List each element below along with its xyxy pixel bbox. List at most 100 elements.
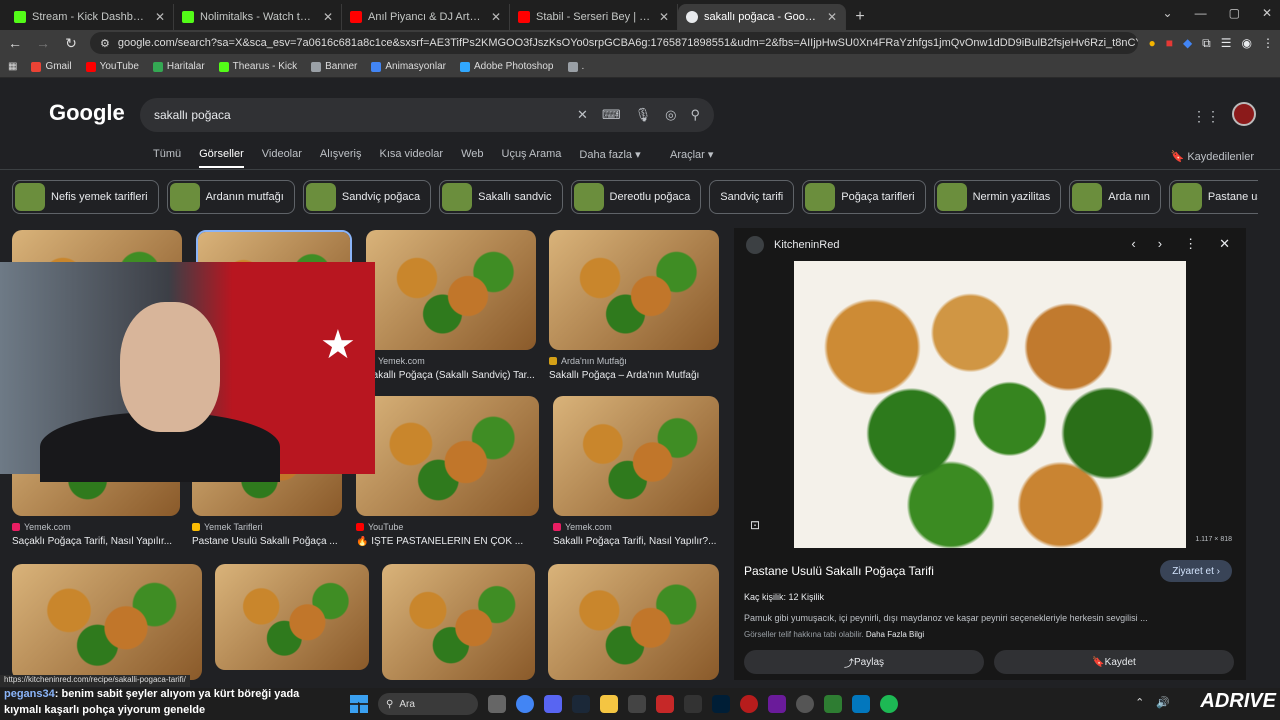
tab-flights[interactable]: Uçuş Arama	[502, 148, 562, 168]
browser-tab[interactable]: Stream - Kick Dashboard ✕	[6, 4, 174, 30]
suggestion-chip[interactable]: Ardanın mutfağı	[166, 180, 295, 214]
visit-button[interactable]: Ziyaret et ›	[1160, 560, 1232, 582]
chrome-icon[interactable]	[516, 695, 534, 713]
tab-images[interactable]: Görseller	[199, 148, 244, 168]
extensions-puzzle-icon[interactable]: ⧉	[1202, 36, 1211, 51]
browser-tab[interactable]: Anıl Piyancı & DJ Artz - Bugün ✕	[342, 4, 510, 30]
clear-icon[interactable]: ✕	[577, 107, 588, 123]
bookmark-folder[interactable]: .	[567, 61, 584, 72]
image-result[interactable]: YouTube 🔥 İŞTE PASTANELERİN EN ÇOK ...	[356, 396, 539, 547]
image-result[interactable]	[215, 564, 369, 670]
discord-icon[interactable]	[544, 695, 562, 713]
tab-shopping[interactable]: Alışveriş	[320, 148, 362, 168]
image-result[interactable]	[382, 564, 535, 680]
avatar[interactable]	[1232, 102, 1256, 126]
result-image[interactable]	[548, 564, 719, 680]
apps-icon[interactable]: ▦	[8, 61, 17, 72]
image-result[interactable]: Arda'nın Mutfağı Sakallı Poğaça – Arda'n…	[549, 230, 719, 381]
new-tab-button[interactable]: +	[846, 4, 874, 30]
spotify-icon[interactable]	[880, 695, 898, 713]
bookmark-photoshop[interactable]: Adobe Photoshop	[459, 61, 554, 72]
close-icon[interactable]: ✕	[155, 10, 165, 24]
panel-site-name[interactable]: KitcheninRed	[774, 239, 839, 251]
bookmark-animations[interactable]: Animasyonlar	[371, 61, 446, 72]
xbox-icon[interactable]	[628, 695, 646, 713]
more-icon[interactable]: ⋮	[1184, 236, 1197, 252]
app-icon[interactable]	[796, 695, 814, 713]
suggestion-chip[interactable]: Nefis yemek tarifleri	[12, 180, 159, 214]
volume-icon[interactable]: 🔊	[1156, 696, 1170, 709]
photoshop-icon[interactable]	[712, 695, 730, 713]
browser-tab-active[interactable]: sakallı poğaca - Google'da Ara ✕	[678, 4, 846, 30]
extension-icon[interactable]: ◆	[1183, 36, 1192, 51]
suggestion-chip[interactable]: Poğaça tarifleri	[802, 180, 926, 214]
app-icon[interactable]	[656, 695, 674, 713]
image-result[interactable]	[12, 564, 202, 680]
suggestion-chip[interactable]: Nermin yazilitas	[933, 180, 1062, 214]
result-caption[interactable]: Sakallı Poğaça (Sakallı Sandviç) Tar...	[366, 370, 536, 381]
forward-button[interactable]: →	[34, 35, 52, 51]
suggestion-chip[interactable]: Arda nın	[1069, 180, 1161, 214]
browser-tab[interactable]: Nolimitalks - Watch the VOD o ✕	[174, 4, 342, 30]
tools-button[interactable]: Araçlar ▾	[670, 148, 713, 161]
result-caption[interactable]: Pastane Usulü Sakallı Poğaça ...	[192, 536, 342, 547]
extension-icon[interactable]: ●	[1148, 36, 1155, 51]
panel-title[interactable]: Pastane Usulü Sakallı Poğaça Tarifi	[744, 564, 934, 578]
reload-button[interactable]: ↻	[62, 35, 80, 52]
close-icon[interactable]: ✕	[1219, 236, 1230, 252]
image-result[interactable]	[548, 564, 719, 680]
task-view-icon[interactable]	[488, 695, 506, 713]
site-info-icon[interactable]: ⚙	[100, 37, 110, 50]
back-button[interactable]: ←	[6, 35, 24, 51]
result-caption[interactable]: 🔥 İŞTE PASTANELERİN EN ÇOK ...	[356, 536, 539, 547]
tab-search-icon[interactable]: ⌄	[1163, 6, 1173, 20]
close-icon[interactable]: ✕	[323, 10, 333, 24]
bookmark-gmail[interactable]: Gmail	[31, 61, 72, 72]
suggestion-chip[interactable]: Dereotlu poğaca	[570, 180, 702, 214]
result-image[interactable]	[356, 396, 539, 516]
result-image[interactable]	[12, 564, 202, 680]
learn-more-link[interactable]: Daha Fazla Bilgi	[866, 630, 924, 639]
keyboard-icon[interactable]: ⌨	[602, 107, 621, 123]
bookmark-maps[interactable]: Haritalar	[152, 61, 205, 72]
suggestion-chip[interactable]: Sandviç tarifi	[709, 180, 795, 214]
image-result[interactable]: Yemek.com Sakallı Poğaça Tarifi, Nasıl Y…	[553, 396, 719, 547]
previous-icon[interactable]: ‹	[1131, 236, 1135, 252]
preview-image[interactable]	[794, 261, 1186, 548]
result-caption[interactable]: Saçaklı Poğaça Tarifi, Nasıl Yapılır...	[12, 536, 180, 547]
result-image[interactable]	[553, 396, 719, 516]
chevron-up-icon[interactable]: ⌃	[1135, 696, 1144, 709]
result-image[interactable]	[549, 230, 719, 350]
image-result[interactable]: Yemek.com Sakallı Poğaça (Sakallı Sandvi…	[366, 230, 536, 381]
result-image[interactable]	[366, 230, 536, 350]
browser-tab[interactable]: Stabil - Serseri Bey | Official Vid ✕	[510, 4, 678, 30]
google-logo[interactable]: Google	[49, 100, 125, 126]
steam-icon[interactable]	[572, 695, 590, 713]
suggestion-chip[interactable]: Sakallı sandvic	[439, 180, 563, 214]
address-bar[interactable]: ⚙ google.com/search?sa=X&sca_esv=7a0616c…	[90, 32, 1139, 54]
bookmark-youtube[interactable]: YouTube	[85, 61, 139, 72]
close-icon[interactable]: ✕	[659, 10, 669, 24]
result-caption[interactable]: Sakallı Poğaça – Arda'nın Mutfağı	[549, 370, 719, 381]
app-icon[interactable]	[824, 695, 842, 713]
menu-icon[interactable]: ⋮	[1262, 36, 1274, 51]
search-icon[interactable]: ⚲	[690, 107, 700, 123]
search-box[interactable]: sakallı poğaca ✕ ⌨ 🎙 ◎ ⚲	[140, 98, 714, 132]
bookmark-banner[interactable]: Banner	[311, 61, 357, 72]
taskbar-search[interactable]: ⚲ Ara	[378, 693, 478, 715]
tab-all[interactable]: Tümü	[153, 148, 181, 168]
next-icon[interactable]: ›	[1158, 236, 1162, 252]
result-image[interactable]	[215, 564, 369, 670]
save-button[interactable]: 🔖 Kaydet	[994, 650, 1234, 674]
close-window-button[interactable]: ✕	[1262, 6, 1272, 20]
profile-icon[interactable]: ◉	[1242, 36, 1252, 51]
app-icon[interactable]	[768, 695, 786, 713]
google-apps-icon[interactable]: ⋮⋮	[1192, 108, 1220, 125]
result-caption[interactable]: Sakallı Poğaça Tarifi, Nasıl Yapılır?...	[553, 536, 719, 547]
microphone-icon[interactable]: 🎙	[635, 107, 652, 123]
saved-button[interactable]: 🔖 Kaydedilenler	[1171, 150, 1254, 163]
bookmark-kick[interactable]: Thearus - Kick	[218, 61, 297, 72]
suggestion-chip[interactable]: Sandviç poğaca	[302, 180, 432, 214]
app-icon[interactable]	[740, 695, 758, 713]
folder-icon[interactable]	[600, 695, 618, 713]
